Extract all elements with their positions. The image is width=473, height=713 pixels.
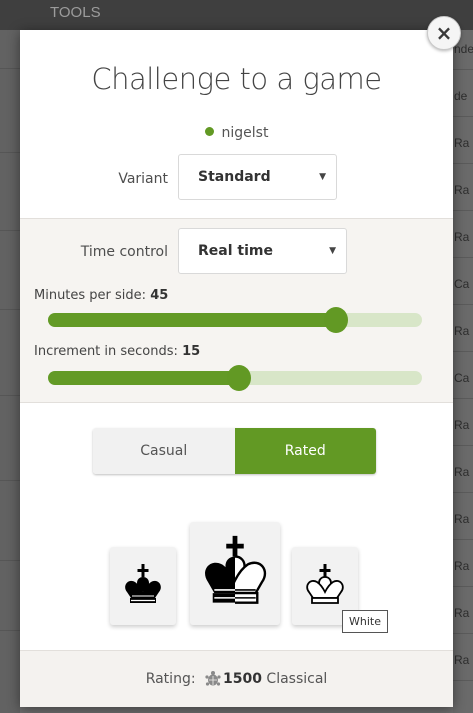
- time-settings-section: Time control Real time ▼ Minutes per sid…: [20, 218, 453, 403]
- time-control-label: Time control: [80, 244, 168, 260]
- time-control-select[interactable]: Real time ▼: [178, 228, 347, 274]
- mode-toggle: Casual Rated: [93, 428, 376, 474]
- minutes-label: Minutes per side: 45: [34, 288, 169, 303]
- increment-slider-handle[interactable]: [226, 365, 251, 391]
- background-left-column: [0, 30, 20, 713]
- online-status-icon: [204, 127, 214, 136]
- minutes-slider-handle[interactable]: [323, 307, 348, 333]
- background-cell: Ra: [453, 453, 473, 493]
- background-cell: Ra: [453, 171, 473, 211]
- increment-slider-fill: [48, 371, 239, 385]
- background-cell: de: [453, 77, 473, 117]
- random-king-icon: [205, 535, 267, 604]
- white-king-icon: [306, 564, 344, 604]
- increment-label: Increment in seconds: 15: [34, 344, 201, 359]
- background-topbar: TOOLS: [0, 0, 473, 30]
- time-control-value: Real time: [198, 243, 273, 259]
- background-cell: Ra: [453, 500, 473, 540]
- minutes-value: 45: [150, 288, 169, 303]
- close-icon: ×: [435, 21, 453, 45]
- rated-button[interactable]: Rated: [234, 428, 376, 474]
- casual-button[interactable]: Casual: [93, 428, 235, 474]
- background-cell: Ca: [453, 265, 473, 305]
- rating-label: Rating:: [145, 671, 196, 687]
- variant-label: Variant: [118, 171, 168, 187]
- variant-select[interactable]: Standard ▼: [178, 154, 337, 200]
- background-cell: Ra: [453, 594, 473, 634]
- background-menu-tools: TOOLS: [50, 4, 101, 21]
- modal-title: Challenge to a game: [91, 62, 382, 96]
- variant-value: Standard: [198, 169, 271, 185]
- background-cell: Ra: [453, 312, 473, 352]
- minutes-slider[interactable]: [48, 307, 422, 333]
- challenge-modal: Challenge to a game nigelst Variant Stan…: [20, 30, 453, 707]
- background-cell: Ra: [453, 124, 473, 164]
- color-tooltip: White: [342, 610, 388, 633]
- opponent-info: nigelst: [20, 125, 453, 141]
- background-right-column: nde de Ra Ra Ra Ca Ra Ca Ra Ra Ra Ra Ra Ra: [453, 30, 473, 713]
- black-king-icon: [125, 564, 161, 603]
- increment-slider[interactable]: [48, 365, 422, 391]
- chevron-down-icon: ▼: [329, 246, 336, 256]
- rating-category: Classical: [266, 671, 328, 687]
- background-cell: Ra: [453, 406, 473, 446]
- close-button[interactable]: ×: [427, 16, 461, 50]
- minutes-slider-fill: [48, 313, 336, 327]
- background-cell: Ra: [453, 218, 473, 258]
- background-cell: Ra: [453, 547, 473, 587]
- random-color-button[interactable]: [190, 522, 280, 625]
- rating-footer: Rating: 1500 Classical: [20, 650, 453, 707]
- background-cell: Ca: [453, 359, 473, 399]
- increment-value: 15: [182, 344, 201, 359]
- turtle-icon: [205, 671, 221, 686]
- chevron-down-icon: ▼: [319, 172, 326, 182]
- black-king-button[interactable]: [110, 547, 176, 625]
- opponent-name: nigelst: [221, 125, 269, 141]
- background-cell: Ra: [453, 641, 473, 681]
- rating-value: 1500: [223, 671, 262, 687]
